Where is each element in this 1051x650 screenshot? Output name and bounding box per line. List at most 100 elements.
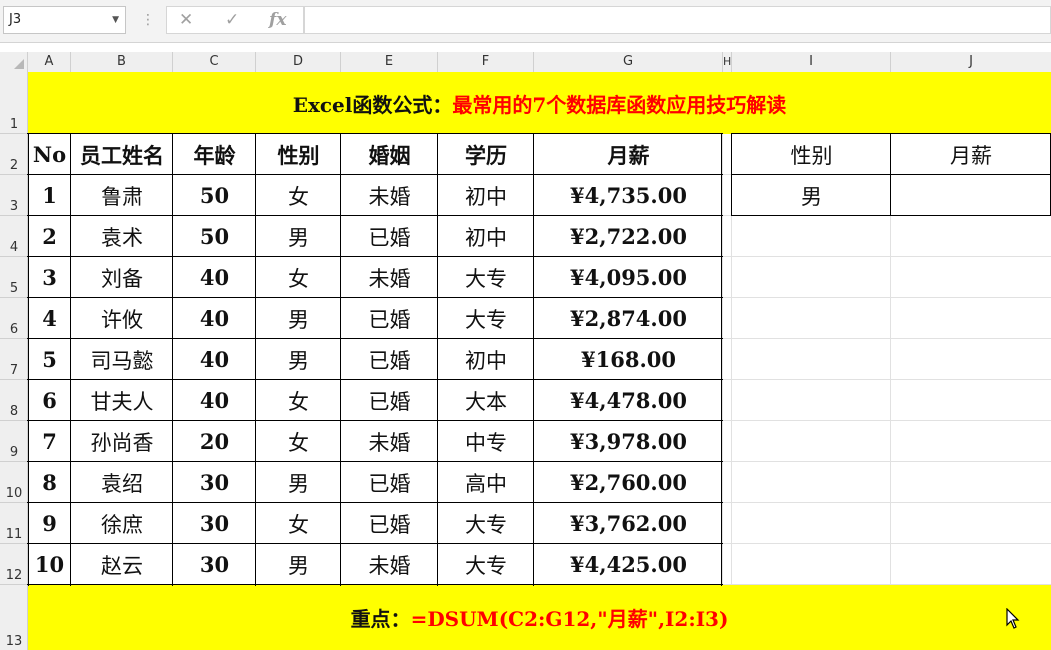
table-cell[interactable]: 初中 <box>438 175 534 216</box>
row-header-9[interactable]: 9 <box>0 421 28 462</box>
table-cell[interactable]: ¥4,095.00 <box>534 257 723 298</box>
footer-cell[interactable]: 重点： =DSUM(C2:G12,"月薪",I2:I3) <box>28 585 1051 650</box>
criteria-value-cell[interactable]: 男 <box>732 175 891 216</box>
table-cell[interactable]: 初中 <box>438 216 534 257</box>
table-cell[interactable]: 未婚 <box>341 544 438 585</box>
table-header-cell[interactable]: 年龄 <box>173 134 256 175</box>
table-cell[interactable]: 已婚 <box>341 339 438 380</box>
table-cell[interactable]: 7 <box>28 421 71 462</box>
table-cell[interactable]: 司马懿 <box>71 339 173 380</box>
table-cell[interactable]: ¥4,478.00 <box>534 380 723 421</box>
criteria-header-cell[interactable]: 性别 <box>732 134 891 175</box>
table-cell[interactable]: 赵云 <box>71 544 173 585</box>
table-cell[interactable]: 9 <box>28 503 71 544</box>
row-header-13[interactable]: 13 <box>0 585 28 650</box>
table-header-cell[interactable]: 学历 <box>438 134 534 175</box>
table-cell[interactable]: 女 <box>256 421 341 462</box>
table-cell[interactable]: 未婚 <box>341 257 438 298</box>
table-cell[interactable]: 40 <box>173 298 256 339</box>
table-cell[interactable]: 女 <box>256 380 341 421</box>
table-cell[interactable]: 1 <box>28 175 71 216</box>
column-header-d[interactable]: D <box>256 52 341 72</box>
row-header-2[interactable]: 2 <box>0 134 28 175</box>
table-header-cell[interactable]: 员工姓名 <box>71 134 173 175</box>
table-cell[interactable]: 鲁肃 <box>71 175 173 216</box>
table-header-cell[interactable]: 婚姻 <box>341 134 438 175</box>
table-cell[interactable]: ¥4,425.00 <box>534 544 723 585</box>
table-cell[interactable]: ¥168.00 <box>534 339 723 380</box>
table-cell[interactable]: 已婚 <box>341 462 438 503</box>
row-header-5[interactable]: 5 <box>0 257 28 298</box>
row-header-11[interactable]: 11 <box>0 503 28 544</box>
column-header-j[interactable]: J <box>891 52 1051 72</box>
chevron-down-icon[interactable]: ▼ <box>112 7 119 33</box>
table-cell[interactable]: 女 <box>256 503 341 544</box>
table-cell[interactable]: 袁绍 <box>71 462 173 503</box>
table-cell[interactable]: 已婚 <box>341 503 438 544</box>
table-cell[interactable]: 已婚 <box>341 216 438 257</box>
name-box[interactable]: J3 ▼ <box>3 6 126 34</box>
table-cell[interactable]: 未婚 <box>341 421 438 462</box>
table-cell[interactable]: 初中 <box>438 339 534 380</box>
row-header-4[interactable]: 4 <box>0 216 28 257</box>
row-header-10[interactable]: 10 <box>0 462 28 503</box>
row-header-6[interactable]: 6 <box>0 298 28 339</box>
column-header-i[interactable]: I <box>732 52 891 72</box>
table-cell[interactable]: ¥3,762.00 <box>534 503 723 544</box>
table-cell[interactable]: 已婚 <box>341 298 438 339</box>
table-cell[interactable]: 徐庶 <box>71 503 173 544</box>
cancel-icon[interactable]: ✕ <box>179 10 193 30</box>
table-cell[interactable]: 女 <box>256 175 341 216</box>
table-cell[interactable]: 女 <box>256 257 341 298</box>
table-header-cell[interactable]: 性别 <box>256 134 341 175</box>
enter-icon[interactable]: ✓ <box>225 10 239 30</box>
row-header-1[interactable]: 1 <box>0 72 28 134</box>
table-cell[interactable]: 2 <box>28 216 71 257</box>
table-cell[interactable]: 已婚 <box>341 380 438 421</box>
table-cell[interactable]: 30 <box>173 544 256 585</box>
column-header-a[interactable]: A <box>28 52 71 72</box>
table-cell[interactable]: 男 <box>256 298 341 339</box>
table-cell[interactable]: 大本 <box>438 380 534 421</box>
column-header-g[interactable]: G <box>534 52 723 72</box>
column-header-c[interactable]: C <box>173 52 256 72</box>
title-cell[interactable]: Excel函数公式： 最常用的7个数据库函数应用技巧解读 <box>28 72 1051 134</box>
table-cell[interactable]: 中专 <box>438 421 534 462</box>
table-cell[interactable]: ¥4,735.00 <box>534 175 723 216</box>
column-header-b[interactable]: B <box>71 52 173 72</box>
table-cell[interactable]: 30 <box>173 503 256 544</box>
table-cell[interactable]: 4 <box>28 298 71 339</box>
formula-input[interactable] <box>304 6 1051 34</box>
select-all-button[interactable] <box>0 52 28 72</box>
row-header-3[interactable]: 3 <box>0 175 28 216</box>
table-cell[interactable]: 刘备 <box>71 257 173 298</box>
table-cell[interactable]: 甘夫人 <box>71 380 173 421</box>
table-cell[interactable]: 30 <box>173 462 256 503</box>
table-cell[interactable]: 50 <box>173 216 256 257</box>
table-cell[interactable]: 大专 <box>438 544 534 585</box>
table-cell[interactable]: 40 <box>173 339 256 380</box>
criteria-value-cell[interactable] <box>891 175 1051 216</box>
table-cell[interactable]: 男 <box>256 462 341 503</box>
table-cell[interactable]: 高中 <box>438 462 534 503</box>
table-cell[interactable]: 5 <box>28 339 71 380</box>
table-cell[interactable]: 男 <box>256 339 341 380</box>
table-cell[interactable]: 40 <box>173 257 256 298</box>
insert-function-icon[interactable]: fx <box>269 10 286 30</box>
table-cell[interactable]: ¥2,722.00 <box>534 216 723 257</box>
table-cell[interactable]: 大专 <box>438 298 534 339</box>
table-cell[interactable]: 20 <box>173 421 256 462</box>
table-cell[interactable]: 大专 <box>438 503 534 544</box>
table-cell[interactable]: 许攸 <box>71 298 173 339</box>
table-cell[interactable]: 8 <box>28 462 71 503</box>
column-header-f[interactable]: F <box>438 52 534 72</box>
table-cell[interactable]: ¥2,760.00 <box>534 462 723 503</box>
table-cell[interactable]: ¥3,978.00 <box>534 421 723 462</box>
table-cell[interactable]: 袁术 <box>71 216 173 257</box>
table-cell[interactable]: 男 <box>256 216 341 257</box>
table-cell[interactable]: 大专 <box>438 257 534 298</box>
table-cell[interactable]: 40 <box>173 380 256 421</box>
table-cell[interactable]: 孙尚香 <box>71 421 173 462</box>
table-cell[interactable]: 50 <box>173 175 256 216</box>
more-icon[interactable]: ⋮ <box>141 10 155 30</box>
